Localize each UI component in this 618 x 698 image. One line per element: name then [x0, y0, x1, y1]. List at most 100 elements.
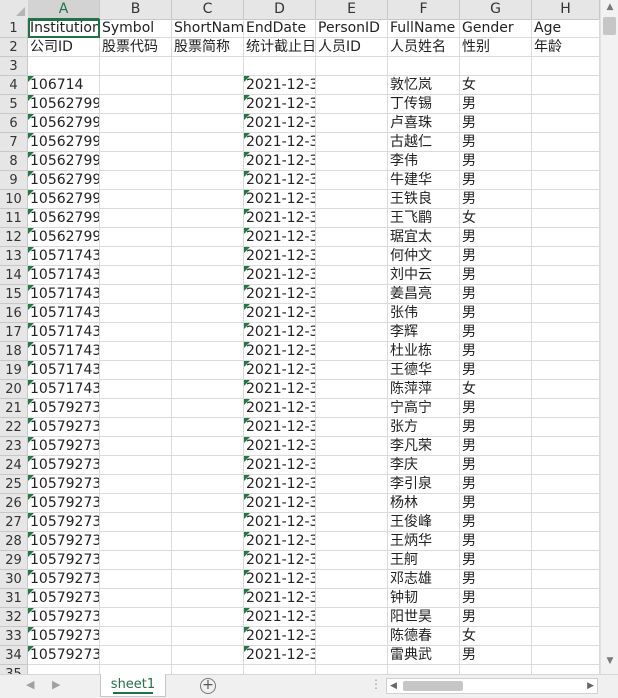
cell-a[interactable]: 10562799 — [28, 190, 100, 209]
cell-f[interactable]: 雷典武 — [388, 646, 460, 665]
cell-b[interactable] — [100, 266, 172, 285]
cell-c[interactable] — [172, 646, 244, 665]
cell-d[interactable]: 2021-12-31 — [244, 361, 316, 380]
cell-b[interactable] — [100, 570, 172, 589]
cell-e[interactable] — [316, 171, 388, 190]
cell-c[interactable] — [172, 95, 244, 114]
cell-g[interactable]: 男 — [460, 304, 532, 323]
cell-g[interactable]: 男 — [460, 646, 532, 665]
cell-h[interactable] — [532, 437, 600, 456]
row-header[interactable]: 28 — [0, 532, 28, 551]
cell-d[interactable]: 2021-12-31 — [244, 285, 316, 304]
cell-g[interactable]: 男 — [460, 361, 532, 380]
cell-b[interactable] — [100, 646, 172, 665]
cell-a[interactable]: 10579273 — [28, 532, 100, 551]
cell-b[interactable] — [100, 342, 172, 361]
cell-h[interactable] — [532, 342, 600, 361]
cell-g[interactable]: 男 — [460, 228, 532, 247]
cell-g[interactable]: 男 — [460, 190, 532, 209]
row-header[interactable]: 14 — [0, 266, 28, 285]
cell-h[interactable] — [532, 323, 600, 342]
row-header[interactable]: 19 — [0, 361, 28, 380]
row-header[interactable]: 7 — [0, 133, 28, 152]
cell-c[interactable] — [172, 380, 244, 399]
cell-d[interactable]: 2021-12-31 — [244, 399, 316, 418]
cell-c[interactable] — [172, 304, 244, 323]
cell-f[interactable]: 邓志雄 — [388, 570, 460, 589]
cell-b[interactable] — [100, 171, 172, 190]
cell-e[interactable]: PersonID — [316, 19, 388, 38]
cell-g[interactable]: 男 — [460, 266, 532, 285]
cell-a[interactable]: 10579273 — [28, 646, 100, 665]
cell-d[interactable]: 2021-12-31 — [244, 190, 316, 209]
cell-a[interactable]: 10562799 — [28, 171, 100, 190]
cell-e[interactable] — [316, 437, 388, 456]
cell-d[interactable]: 2021-12-31 — [244, 342, 316, 361]
row-header[interactable]: 16 — [0, 304, 28, 323]
row-header[interactable]: 13 — [0, 247, 28, 266]
cell-h[interactable] — [532, 380, 600, 399]
cell-a[interactable]: 10579273 — [28, 399, 100, 418]
prev-sheet-icon[interactable]: ◀ — [26, 678, 34, 691]
cell-d[interactable]: 2021-12-31 — [244, 513, 316, 532]
column-header-a[interactable]: A — [28, 0, 100, 20]
cell-c[interactable] — [172, 475, 244, 494]
cell-a[interactable]: 10571743 — [28, 285, 100, 304]
row-header[interactable]: 3 — [0, 57, 28, 76]
cell-d[interactable]: 2021-12-31 — [244, 475, 316, 494]
row-header[interactable]: 31 — [0, 589, 28, 608]
cell-h[interactable] — [532, 95, 600, 114]
cell-g[interactable]: 男 — [460, 133, 532, 152]
cell-c[interactable] — [172, 190, 244, 209]
cell-d[interactable]: 2021-12-31 — [244, 570, 316, 589]
cell-b[interactable] — [100, 418, 172, 437]
row-header[interactable]: 24 — [0, 456, 28, 475]
cell-b[interactable] — [100, 114, 172, 133]
cell-a[interactable]: 10571743 — [28, 342, 100, 361]
row-header[interactable]: 10 — [0, 190, 28, 209]
cell-c[interactable] — [172, 133, 244, 152]
cell-b[interactable] — [100, 228, 172, 247]
cell-c[interactable] — [172, 532, 244, 551]
cell-e[interactable] — [316, 304, 388, 323]
cell-b[interactable] — [100, 57, 172, 76]
row-header[interactable]: 5 — [0, 95, 28, 114]
cell-c[interactable] — [172, 152, 244, 171]
cell-b[interactable]: 股票代码 — [100, 38, 172, 57]
row-header[interactable]: 30 — [0, 570, 28, 589]
cell-c[interactable] — [172, 76, 244, 95]
cell-b[interactable] — [100, 399, 172, 418]
cell-c[interactable] — [172, 513, 244, 532]
cell-e[interactable] — [316, 190, 388, 209]
cell-g[interactable]: 男 — [460, 399, 532, 418]
cell-f[interactable]: 王俊峰 — [388, 513, 460, 532]
cell-f[interactable]: 姜昌亮 — [388, 285, 460, 304]
cell-f[interactable]: 敦忆岚 — [388, 76, 460, 95]
cell-a[interactable]: 10562799 — [28, 152, 100, 171]
cell-c[interactable] — [172, 570, 244, 589]
cell-a[interactable]: 10571743 — [28, 247, 100, 266]
cell-a[interactable]: 10562799 — [28, 209, 100, 228]
cell-d[interactable]: 2021-12-31 — [244, 304, 316, 323]
column-header-c[interactable]: C — [172, 0, 244, 19]
cell-h[interactable] — [532, 76, 600, 95]
cell-e[interactable] — [316, 57, 388, 76]
cell-e[interactable] — [316, 646, 388, 665]
cell-h[interactable] — [532, 418, 600, 437]
cell-c[interactable] — [172, 209, 244, 228]
cell-e[interactable] — [316, 513, 388, 532]
cell-c[interactable] — [172, 361, 244, 380]
cell-b[interactable] — [100, 475, 172, 494]
cell-f[interactable]: 刘中云 — [388, 266, 460, 285]
cell-g[interactable]: 男 — [460, 247, 532, 266]
cell-h[interactable] — [532, 494, 600, 513]
cell-e[interactable] — [316, 627, 388, 646]
cell-d[interactable]: 2021-12-31 — [244, 494, 316, 513]
cell-c[interactable]: ShortName — [172, 19, 244, 38]
cell-b[interactable] — [100, 380, 172, 399]
cell-b[interactable] — [100, 304, 172, 323]
vertical-scroll-thumb[interactable] — [603, 17, 616, 35]
cell-d[interactable]: 统计截止日 — [244, 38, 316, 57]
cell-g[interactable]: 男 — [460, 456, 532, 475]
row-header[interactable]: 9 — [0, 171, 28, 190]
